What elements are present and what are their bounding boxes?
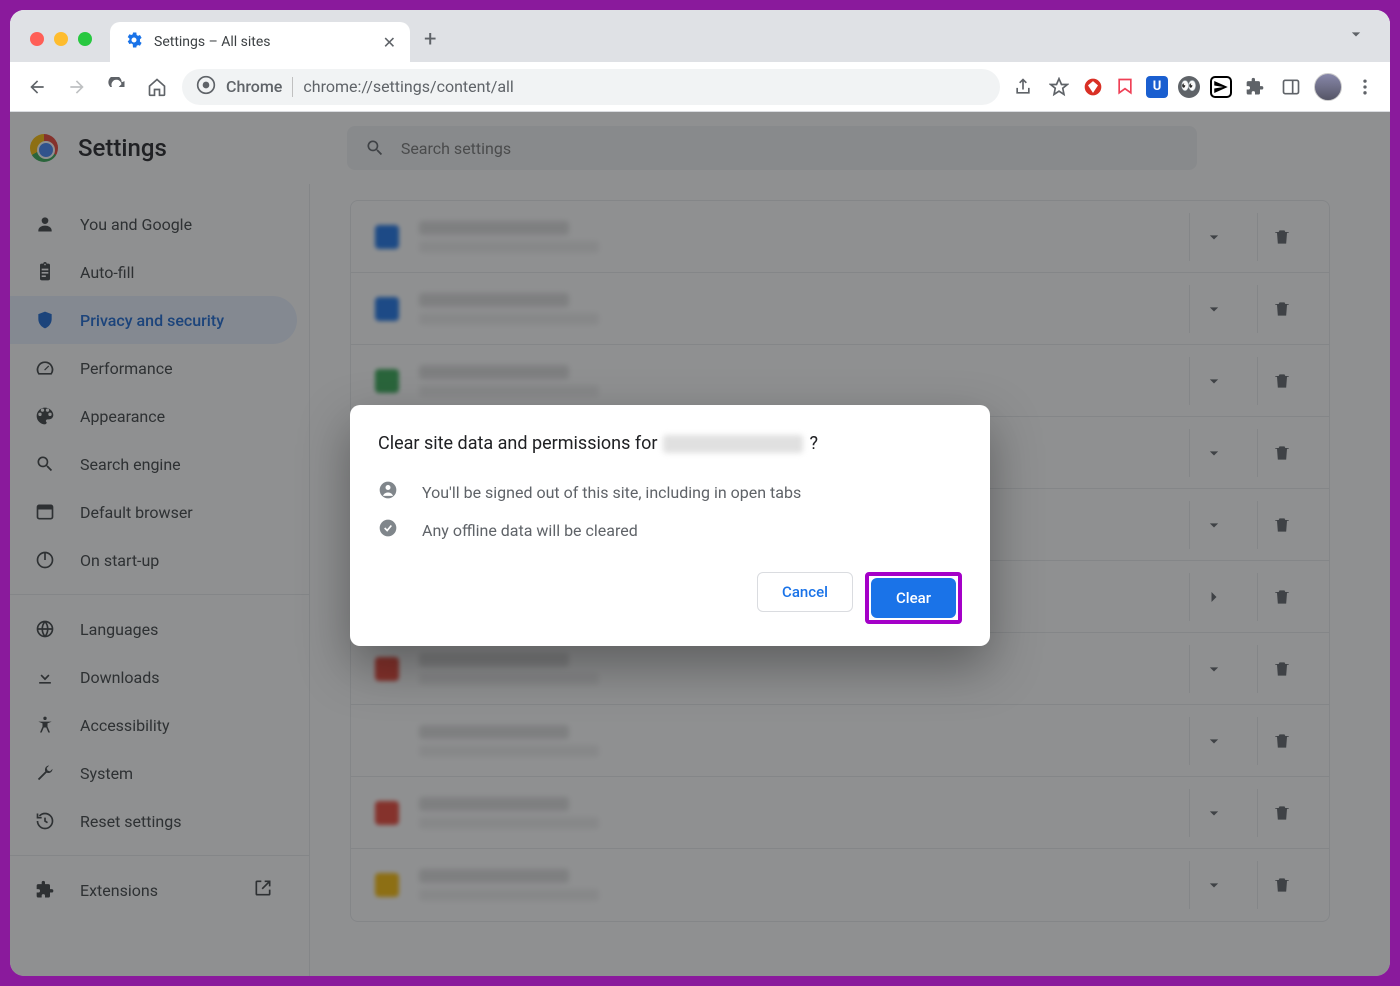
cancel-button[interactable]: Cancel (757, 572, 853, 612)
profile-avatar[interactable] (1314, 73, 1342, 101)
dialog-info-row: Any offline data will be cleared (378, 518, 962, 542)
kebab-menu-icon[interactable] (1352, 74, 1378, 100)
tabs-dropdown-icon[interactable] (1346, 24, 1366, 48)
tab-title: Settings – All sites (154, 34, 271, 50)
dialog-info-text: You'll be signed out of this site, inclu… (422, 483, 801, 502)
dialog-title: Clear site data and permissions for ? (378, 433, 962, 454)
toolbar-actions: U 👀 (1010, 73, 1378, 101)
redacted-site-name (663, 435, 803, 453)
gear-icon (124, 30, 144, 54)
extension-icon[interactable] (1210, 76, 1232, 98)
extension-icon[interactable]: 👀 (1178, 76, 1200, 98)
bookmark-star-icon[interactable] (1046, 74, 1072, 100)
reload-button[interactable] (102, 72, 132, 102)
forward-button[interactable] (62, 72, 92, 102)
tab-close-icon[interactable]: ✕ (383, 33, 396, 52)
dialog-title-suffix: ? (809, 433, 818, 454)
dialog-actions: Cancel Clear (378, 572, 962, 624)
browser-toolbar: Chrome chrome://settings/content/all U 👀 (10, 62, 1390, 112)
home-button[interactable] (142, 72, 172, 102)
person-circle-icon (378, 480, 400, 504)
extension-icon[interactable] (1114, 76, 1136, 98)
window-minimize[interactable] (54, 32, 68, 46)
divider (292, 77, 293, 97)
extension-icon[interactable] (1082, 76, 1104, 98)
window-maximize[interactable] (78, 32, 92, 46)
url-scheme-label: Chrome (226, 77, 282, 96)
site-info-icon[interactable] (196, 75, 216, 99)
address-bar[interactable]: Chrome chrome://settings/content/all (182, 69, 1000, 105)
extensions-puzzle-icon[interactable] (1242, 74, 1268, 100)
extension-icon[interactable]: U (1146, 76, 1168, 98)
share-icon[interactable] (1010, 74, 1036, 100)
annotation-highlight: Clear (865, 572, 962, 624)
back-button[interactable] (22, 72, 52, 102)
sidepanel-icon[interactable] (1278, 74, 1304, 100)
window-controls (30, 32, 92, 46)
window-close[interactable] (30, 32, 44, 46)
browser-tab[interactable]: Settings – All sites ✕ (110, 22, 410, 62)
dialog-info-row: You'll be signed out of this site, inclu… (378, 480, 962, 504)
tab-bar: Settings – All sites ✕ + (10, 10, 1390, 62)
clear-site-data-dialog: Clear site data and permissions for ? Yo… (350, 405, 990, 646)
dialog-title-prefix: Clear site data and permissions for (378, 433, 657, 454)
check-circle-icon (378, 518, 400, 542)
dialog-info-text: Any offline data will be cleared (422, 521, 638, 540)
browser-window: Settings – All sites ✕ + Chrome chrome:/… (10, 10, 1390, 976)
url-text: chrome://settings/content/all (303, 77, 513, 96)
clear-button[interactable]: Clear (871, 578, 956, 618)
new-tab-button[interactable]: + (424, 27, 436, 52)
